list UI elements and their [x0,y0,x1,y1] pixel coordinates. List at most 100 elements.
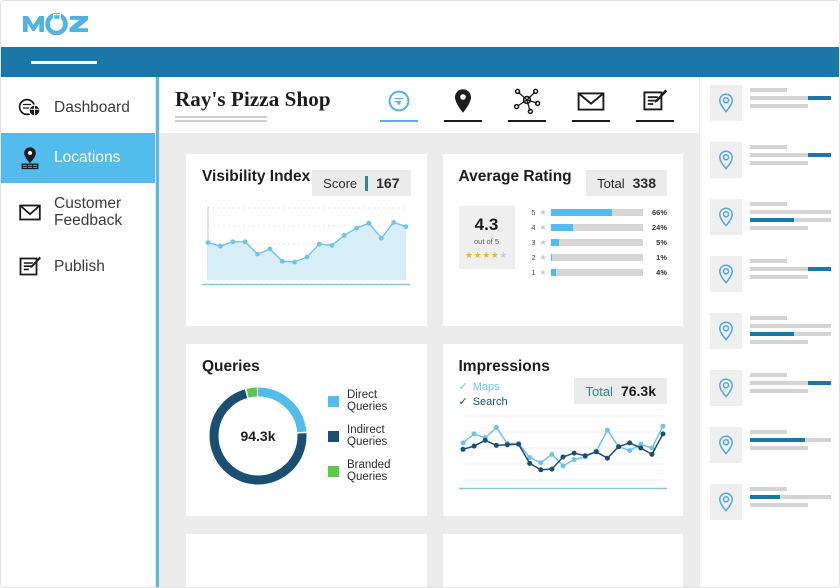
location-detail-lines [750,256,831,283]
location-list-item[interactable] [710,199,831,247]
rating-percent: 66% [647,208,667,217]
location-list-item[interactable] [710,85,831,133]
total-badge: Total 338 [586,170,667,196]
skeleton-line [750,446,808,450]
location-list-item[interactable] [710,256,831,304]
data-point [660,424,665,429]
legend-label: Branded Queries [347,459,411,483]
sidebar-item-label: Dashboard [54,99,130,116]
data-point [292,260,297,265]
skeleton-line [750,373,787,377]
sidebar-item-customer-feedback[interactable]: CustomerFeedback [1,183,155,242]
data-point [649,452,654,457]
legend-swatch [328,466,339,477]
star-icon: ★ [540,208,547,217]
sidebar-item-publish[interactable]: Publish [1,242,155,292]
nav-band-indicator [31,61,97,64]
sidebar-label-line1: Customer [54,195,121,212]
rating-summary-box: 4.3 out of 5 ★★★★★ [459,206,515,269]
legend-item[interactable]: Indirect Queries [328,424,411,448]
data-point [571,451,576,456]
tab-indicator [380,120,418,123]
dashboard-gauge-icon [387,88,411,114]
skeleton-line [750,104,808,108]
location-list-item[interactable] [710,142,831,190]
tab-indicator [444,120,482,123]
sidebar-item-dashboard[interactable]: Dashboard [1,83,155,133]
bar-track [551,224,643,231]
legend-label: Direct Queries [347,389,411,413]
data-point [660,431,665,436]
locations-list-panel[interactable] [699,77,839,588]
sidebar-item-label: Publish [54,258,105,275]
legend-item[interactable]: Direct Queries [328,389,411,413]
location-detail-lines [750,199,831,234]
skeleton-line [750,275,808,279]
skeleton-bar-value [808,267,831,271]
data-point [379,236,384,241]
bar-fill [551,269,557,276]
badge-label: Total [597,176,624,191]
skeleton-bar-value [750,438,805,442]
skeleton-line [750,389,808,393]
location-detail-lines [750,427,831,454]
rating-score-sub: out of 5 [463,237,511,246]
data-point [593,449,598,454]
data-point [493,443,498,448]
data-point [604,456,609,461]
tab-publish[interactable] [635,88,675,123]
skeleton-line [750,226,808,230]
skeleton-line [750,259,787,263]
skeleton-line [800,218,828,222]
star-icon: ★ [540,268,547,277]
rating-level: 1 [529,268,536,277]
tab-locations[interactable] [443,88,483,123]
tab-indicator [636,120,674,123]
data-point [268,247,273,252]
location-list-item[interactable] [710,313,831,361]
location-list-item[interactable] [710,484,831,532]
data-point [627,448,632,453]
rating-level: 2 [529,253,536,262]
location-list-item[interactable] [710,427,831,475]
data-point [404,224,409,229]
skeleton-line-row [750,495,831,499]
app-body: Dashboard Locations [1,77,839,588]
skeleton-line [750,503,808,507]
visibility-index-sparkline [202,202,411,291]
skeleton-bar-value [750,218,794,222]
location-list-item[interactable] [710,370,831,418]
skeleton-line [750,267,802,271]
star-icon: ★ [474,250,483,260]
tab-network[interactable] [507,88,547,123]
rating-stars: ★★★★★ [463,250,511,261]
data-point [342,233,347,238]
skeleton-line [750,202,787,206]
data-point [243,239,248,244]
card-title: Queries [202,358,411,376]
sidebar-item-locations[interactable]: Locations [1,133,155,183]
skeleton-line [750,324,831,328]
rating-body: 4.3 out of 5 ★★★★★ 5★66%4★24%3★5%2★1%1★4… [459,206,668,283]
legend-swatch [328,396,339,407]
rating-percent: 24% [647,223,667,232]
impressions-line-chart [459,410,668,495]
data-point [604,428,609,433]
total-badge: Total 76.3k [574,378,667,404]
rating-score: 4.3 [463,215,511,235]
card-grid: Visibility Index Score 167 Average R [159,134,699,588]
data-point [560,455,565,460]
legend-item[interactable]: Branded Queries [328,459,411,483]
tab-dashboard[interactable] [379,88,419,123]
rating-percent: 4% [647,268,667,277]
skeleton-bar-value [808,381,831,385]
skeleton-line [750,381,802,385]
badge-value: 167 [376,175,399,191]
tab-messages[interactable] [571,88,611,123]
sidebar-item-label: CustomerFeedback [54,195,122,230]
moz-logo[interactable] [23,13,89,35]
rating-level: 4 [529,223,536,232]
envelope-icon [17,199,43,225]
envelope-icon [577,88,605,114]
data-point [317,242,322,247]
